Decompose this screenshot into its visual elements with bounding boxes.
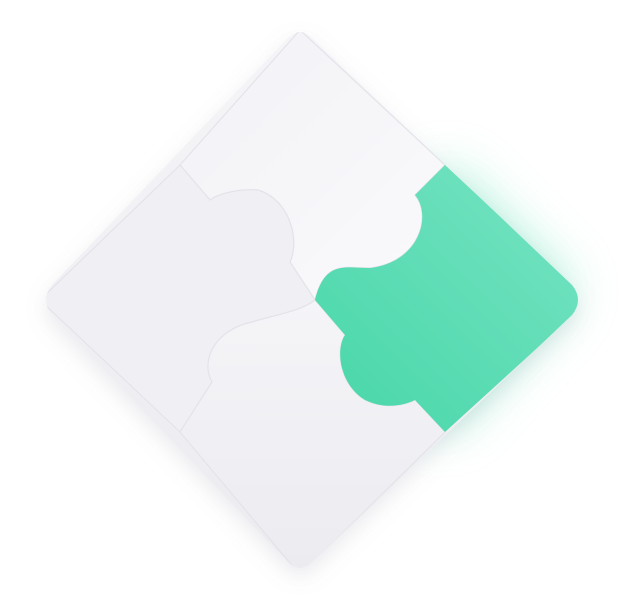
puzzle-pieces-icon (46, 32, 578, 568)
